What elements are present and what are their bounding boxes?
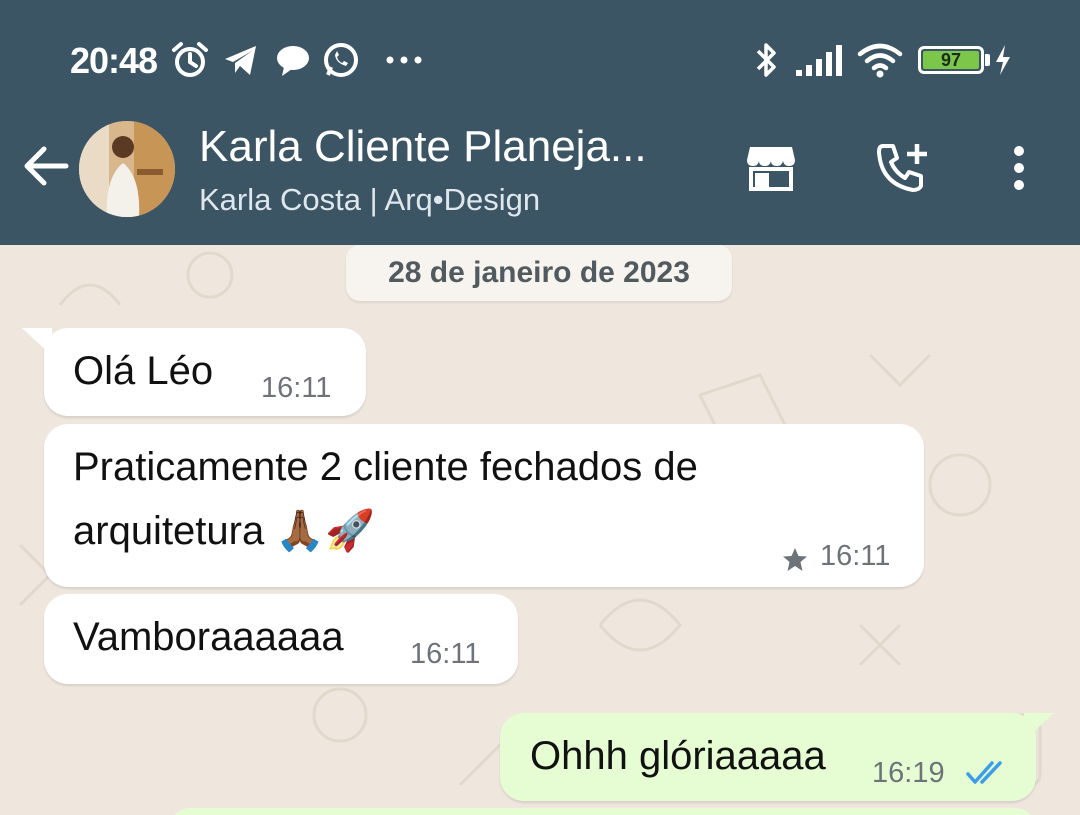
- whatsapp-icon: [322, 40, 360, 80]
- wifi-icon: [856, 40, 904, 80]
- status-bar: 20:48 97: [0, 0, 1080, 110]
- more-dots-icon: [384, 40, 424, 80]
- outgoing-message-partial[interactable]: [170, 808, 1036, 815]
- battery-icon: 97: [918, 46, 984, 74]
- message-text-line1: Praticamente 2 cliente fechados de: [73, 445, 698, 489]
- telegram-icon: [222, 40, 260, 80]
- battery-tip: [985, 54, 990, 66]
- incoming-message[interactable]: Vamboraaaaaa 16:11: [44, 594, 518, 684]
- incoming-message[interactable]: Praticamente 2 cliente fechados de arqui…: [44, 424, 924, 587]
- message-text-word: arquitetura: [73, 509, 265, 553]
- message-time: 16:19: [872, 757, 945, 789]
- message-time: 16:11: [820, 540, 891, 572]
- bluetooth-icon: [752, 40, 782, 80]
- chat-bubble-icon: [274, 40, 312, 80]
- app-header: 20:48 97 Karla Cliente Planeja... Karla …: [0, 0, 1080, 245]
- back-arrow-icon[interactable]: [20, 140, 72, 192]
- chat-toolbar: Karla Cliente Planeja... Karla Costa | A…: [0, 110, 1080, 245]
- outgoing-message[interactable]: Ohhh glóriaaaaa 16:19: [500, 713, 1036, 801]
- message-text: Olá Léo: [73, 349, 214, 393]
- message-text: Ohhh glóriaaaaa: [530, 734, 826, 778]
- star-icon: [783, 548, 807, 571]
- date-separator: 28 de janeiro de 2023: [346, 245, 732, 301]
- add-call-icon[interactable]: [872, 138, 932, 198]
- message-time: 16:11: [261, 372, 332, 404]
- chat-subtitle[interactable]: Karla Costa | Arq•Design: [199, 182, 540, 218]
- contact-avatar[interactable]: [79, 121, 175, 217]
- store-icon[interactable]: [741, 138, 801, 198]
- message-text-line2: arquitetura 🙏🏾🚀: [73, 500, 375, 562]
- message-text: Vamboraaaaaa: [73, 615, 344, 659]
- message-time: 16:11: [410, 638, 481, 670]
- overflow-menu-icon[interactable]: [989, 138, 1049, 198]
- battery-level: 97: [923, 50, 979, 70]
- emoji-pray-rocket: 🙏🏾🚀: [275, 509, 375, 553]
- charging-icon: [992, 40, 1014, 80]
- signal-icon: [794, 40, 844, 80]
- read-ticks-icon: [966, 761, 1002, 784]
- chat-title[interactable]: Karla Cliente Planeja...: [199, 122, 699, 172]
- incoming-message[interactable]: Olá Léo 16:11: [44, 328, 366, 416]
- clock: 20:48: [70, 40, 158, 81]
- alarm-icon: [170, 40, 210, 80]
